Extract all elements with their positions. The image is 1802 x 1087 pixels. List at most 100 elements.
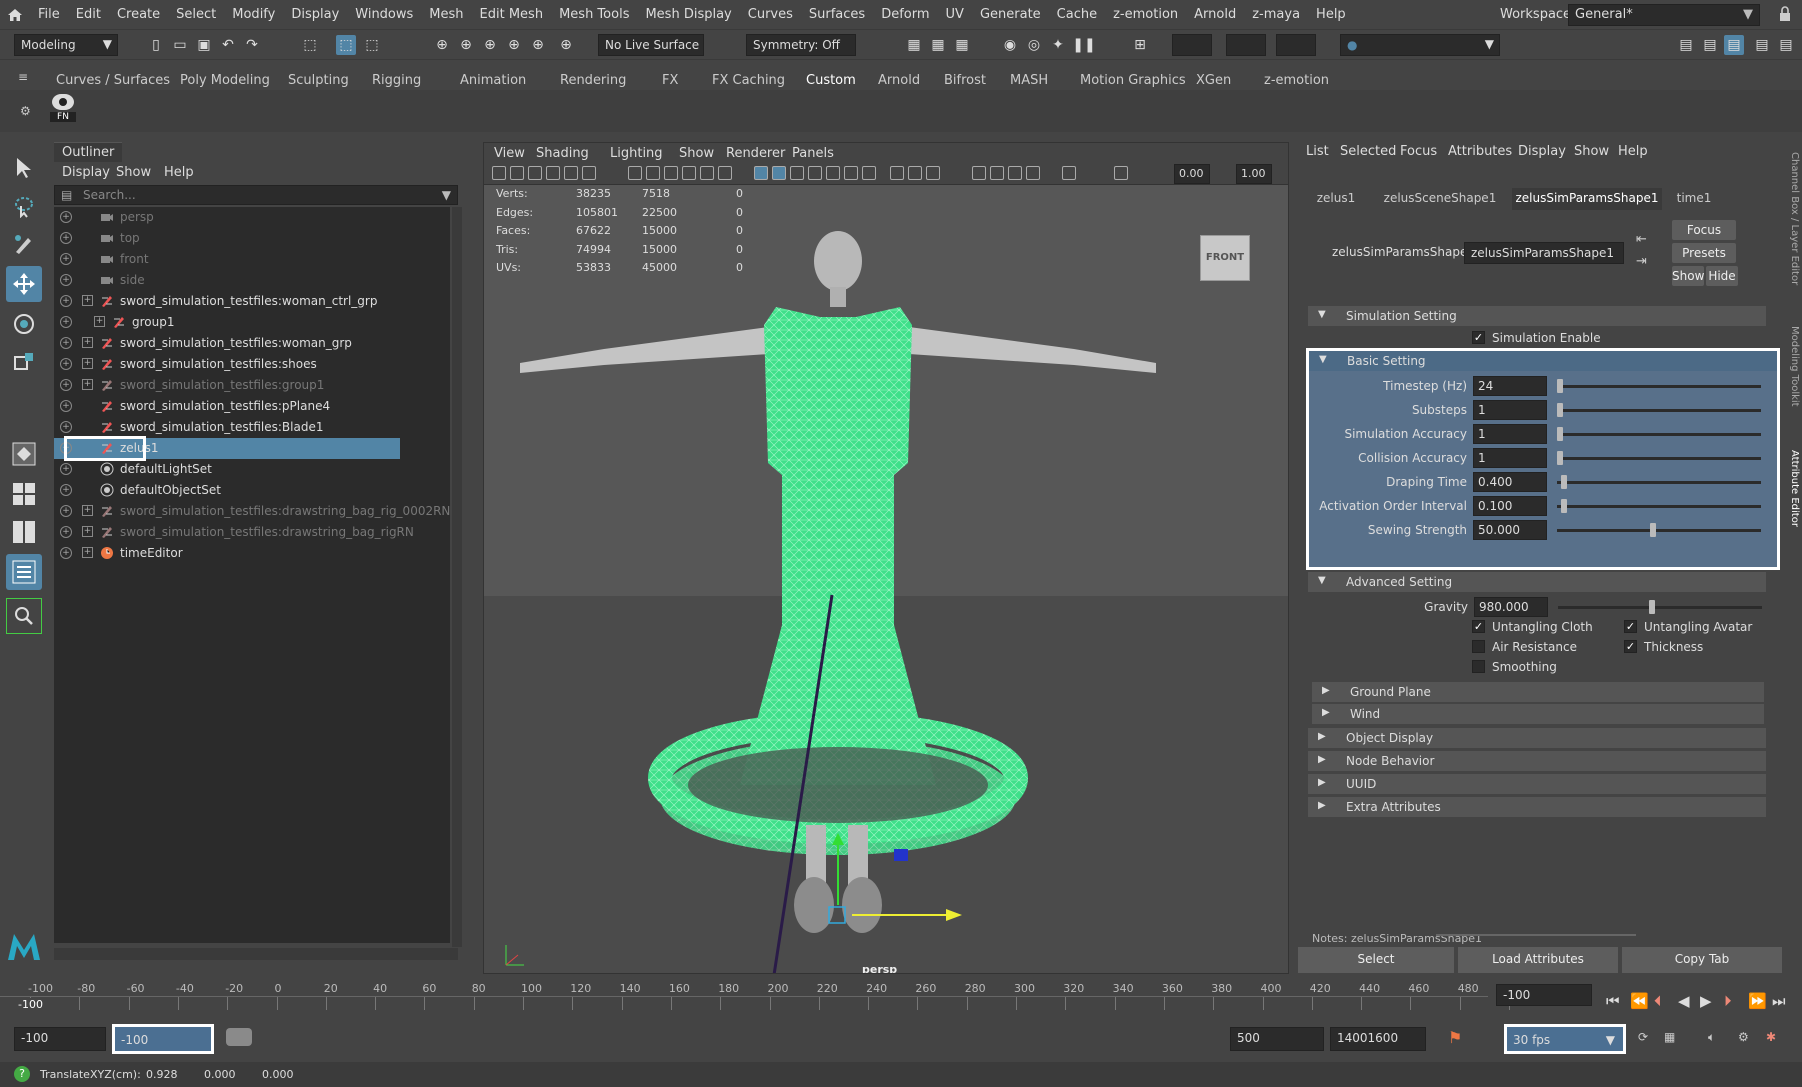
motion-blur-icon[interactable] [862,166,876,180]
playback-start-field[interactable]: -100 [112,1024,214,1054]
snap-view-icon[interactable]: ⊕ [528,35,548,55]
shape-name-field[interactable]: zelusSimParamsShape1 [1464,242,1624,264]
outliner-row-side[interactable]: + side [54,270,450,291]
shelf-tab-rigging[interactable]: Rigging [372,73,421,88]
untangling-cloth-checkbox[interactable]: ✓ [1472,620,1485,633]
expand-toggle-icon[interactable]: + [60,274,72,286]
menu-edit-mesh[interactable]: Edit Mesh [472,7,552,22]
menu-surfaces[interactable]: Surfaces [801,7,873,22]
untangling-avatar-checkbox[interactable]: ✓ [1624,620,1637,633]
simulation-enable-checkbox[interactable]: ✓ [1472,331,1485,344]
ae-menu-list[interactable]: List [1306,144,1329,159]
snap-projected-icon[interactable]: ⊕ [504,35,524,55]
menu-file[interactable]: File [30,7,68,22]
outliner-row-sword-simulation-testfiles-blade1[interactable]: + sword_simulation_testfiles:Blade1 [54,417,450,438]
attr-field-simulation-accuracy[interactable]: 1 [1473,424,1547,444]
four-view-layout-icon[interactable] [6,476,42,512]
backface-icon[interactable] [1026,166,1040,180]
shelf-tab-z-emotion[interactable]: z-emotion [1264,73,1329,88]
smooth-shade-icon[interactable] [772,166,786,180]
redo-icon[interactable]: ↷ [242,35,262,55]
outliner-layout-icon[interactable] [6,554,42,590]
outliner-toggle-icon[interactable]: ▤ [1724,35,1744,55]
new-scene-icon[interactable]: ▯ [146,35,166,55]
ae-menu-help[interactable]: Help [1618,144,1648,159]
ae-menu-selected[interactable]: Selected [1340,144,1396,159]
attr-field-collision-accuracy[interactable]: 1 [1473,448,1547,468]
snap-curve-icon[interactable]: ⊕ [456,35,476,55]
snap-point-icon[interactable]: ⊕ [480,35,500,55]
play-forward-icon[interactable]: ▶ [1700,992,1712,1010]
symmetry-dropdown[interactable]: Symmetry: Off [746,34,856,56]
focus-button[interactable]: Focus [1672,220,1736,240]
grid-icon[interactable] [628,166,642,180]
node-behavior-frame[interactable]: ▶ Node Behavior [1308,751,1766,771]
two-view-layout-icon[interactable] [6,514,42,550]
viewport-scene[interactable]: Verts: 38235 7518 0 Edges: 105801 22500 0 Faces:… [484,185,1288,973]
sound-icon[interactable]: 🔈︎ [1708,1030,1715,1045]
camera-exposure-icon[interactable] [1062,166,1076,180]
time-slider[interactable]: -100 -80 -60 -40 -20 0 20 40 60 80 100 120 140 160 180… [0,980,1802,1014]
shelf-tab-rendering[interactable]: Rendering [560,73,626,88]
step-forward-key-icon[interactable]: ⏩ [1748,992,1767,1010]
attr-slider-draping-time[interactable] [1557,475,1761,489]
arnold-ipr-icon[interactable]: ✦ [1048,35,1068,55]
expand-toggle-icon[interactable]: + [60,526,72,538]
air-resistance-checkbox[interactable] [1472,640,1485,653]
viewport-menu-lighting[interactable]: Lighting [610,146,663,161]
basic-setting-frame[interactable]: ▼ Basic Setting [1309,351,1777,371]
menu-display[interactable]: Display [283,7,347,22]
menu-curves[interactable]: Curves [740,7,801,22]
outliner-row-sword-simulation-testfiles-group1[interactable]: + + sword_simulation_testfiles:group1 [54,375,450,396]
gravity-slider-handle[interactable] [1649,600,1655,614]
ae-menu-attributes[interactable]: Attributes [1448,144,1512,159]
expand-toggle-icon[interactable]: + [60,358,72,370]
menu-z-maya[interactable]: z-maya [1244,7,1308,22]
lock-icon[interactable] [1778,6,1792,22]
shelf-tab-fx[interactable]: FX [662,73,678,88]
step-back-key-icon[interactable]: ⏪ [1630,992,1649,1010]
presets-button[interactable]: Presets [1672,243,1736,263]
z-field[interactable] [1276,34,1316,56]
outliner-row-sword-simulation-testfiles-woman-grp[interactable]: + + sword_simulation_testfiles:woman_grp [54,333,450,354]
rotate-tool-icon[interactable] [6,306,42,342]
menu-mesh-tools[interactable]: Mesh Tools [551,7,637,22]
ae-load-attributes-button[interactable]: Load Attributes [1458,947,1618,973]
menu-modify[interactable]: Modify [224,7,283,22]
viewport-menu-shading[interactable]: Shading [536,146,589,161]
open-scene-icon[interactable]: ▭ [170,35,190,55]
search-icon[interactable] [6,598,42,634]
ambient-occlusion-icon[interactable] [844,166,858,180]
thickness-checkbox[interactable]: ✓ [1624,640,1637,653]
shelf-menu-icon[interactable]: ≡ [18,70,28,84]
slider-handle[interactable] [1557,427,1563,441]
fps-dropdown[interactable]: 30 fps ▼ [1504,1024,1626,1054]
viewport-menu-panels[interactable]: Panels [792,146,834,161]
bookmarks-icon[interactable] [528,166,542,180]
help-icon[interactable]: ? [14,1066,30,1082]
attr-slider-timestep-hz[interactable] [1557,379,1761,393]
go-to-end-icon[interactable]: ⏭ [1772,992,1786,1010]
home-icon[interactable] [0,0,30,30]
hierarchy-plus-icon[interactable]: + [82,547,93,558]
x-field[interactable] [1172,34,1212,56]
hierarchy-plus-icon[interactable]: + [82,295,93,306]
fn-shelf-button[interactable]: FN [50,94,76,128]
film-gate-icon[interactable] [646,166,660,180]
wireframe-icon[interactable] [754,166,768,180]
ipr-render-icon[interactable]: ▦ [928,35,948,55]
shelf-tab-custom[interactable]: Custom [806,73,856,88]
menu-set-dropdown[interactable]: Modeling ▼ [14,34,118,56]
node-tab-zelus1[interactable]: zelus1 [1306,188,1366,210]
outliner-row-sword-simulation-testfiles-pplane4[interactable]: + sword_simulation_testfiles:pPlane4 [54,396,450,417]
menu-arnold[interactable]: Arnold [1186,7,1244,22]
outliner-row-defaultobjectset[interactable]: + defaultObjectSet [54,480,450,501]
outliner-row-sword-simulation-testfiles-drawstring-bag-rigrn[interactable]: + + sword_simulation_testfiles:drawstring_… [54,522,450,543]
ae-menu-show[interactable]: Show [1574,144,1609,159]
expand-toggle-icon[interactable]: + [60,505,72,517]
copy-node-icon[interactable]: ⇥ [1636,254,1647,269]
attr-slider-sewing-strength[interactable] [1557,523,1761,537]
loop-icon[interactable]: ⟳ [1638,1030,1648,1044]
gravity-field[interactable]: 980.000 [1474,597,1548,617]
render-current-icon[interactable]: ▦ [904,35,924,55]
